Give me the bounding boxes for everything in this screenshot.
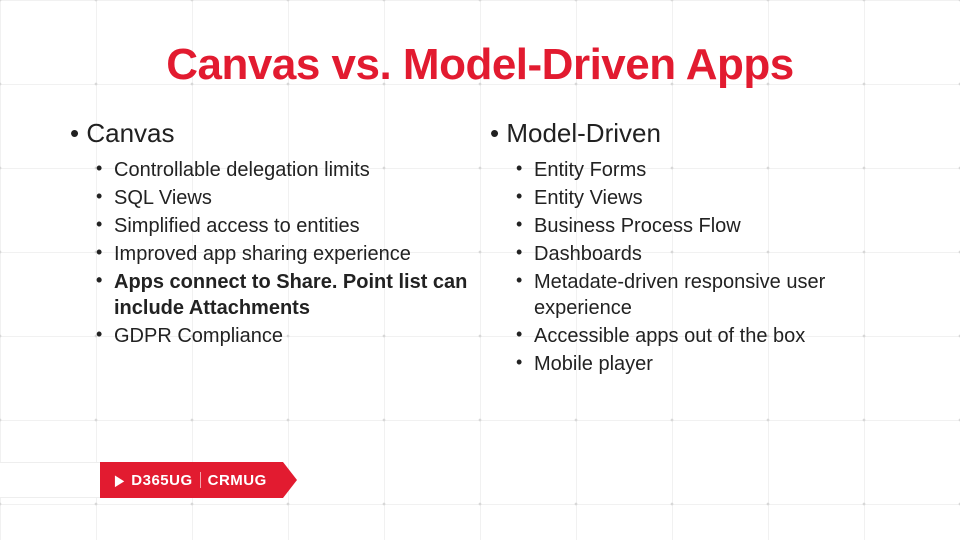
columns: Canvas Controllable delegation limitsSQL… (60, 118, 900, 379)
list-item: Simplified access to entities (114, 213, 470, 239)
column-left: Canvas Controllable delegation limitsSQL… (70, 118, 470, 379)
footer-badge-main: ▶ D365UG CRMUG (100, 462, 283, 498)
slide-title: Canvas vs. Model-Driven Apps (60, 40, 900, 90)
chevron-right-icon: ▶ (115, 472, 124, 489)
list-item: Mobile player (534, 351, 890, 377)
column-right: Model-Driven Entity FormsEntity ViewsBus… (490, 118, 890, 379)
list-item: Entity Forms (534, 157, 890, 183)
list-item: SQL Views (114, 185, 470, 211)
column-left-list: Controllable delegation limitsSQL ViewsS… (70, 157, 470, 349)
list-item: Accessible apps out of the box (534, 323, 890, 349)
column-right-list: Entity FormsEntity ViewsBusiness Process… (490, 157, 890, 377)
footer-badge-left-text: D365UG (131, 472, 192, 489)
footer-badge-divider (200, 472, 201, 488)
list-item: Dashboards (534, 241, 890, 267)
list-item: Metadate-driven responsive user experien… (534, 269, 890, 321)
column-left-heading: Canvas (70, 118, 470, 149)
column-right-heading: Model-Driven (490, 118, 890, 149)
footer-badge-notch (283, 462, 297, 498)
list-item: Improved app sharing experience (114, 241, 470, 267)
footer-badge-right-text: CRMUG (208, 472, 267, 489)
footer-badge: ▶ D365UG CRMUG (0, 462, 297, 498)
list-item: GDPR Compliance (114, 323, 470, 349)
list-item: Business Process Flow (534, 213, 890, 239)
slide: Canvas vs. Model-Driven Apps Canvas Cont… (0, 0, 960, 540)
list-item: Apps connect to Share. Point list can in… (114, 269, 470, 321)
list-item: Controllable delegation limits (114, 157, 470, 183)
list-item: Entity Views (534, 185, 890, 211)
footer-badge-tail (0, 462, 100, 498)
